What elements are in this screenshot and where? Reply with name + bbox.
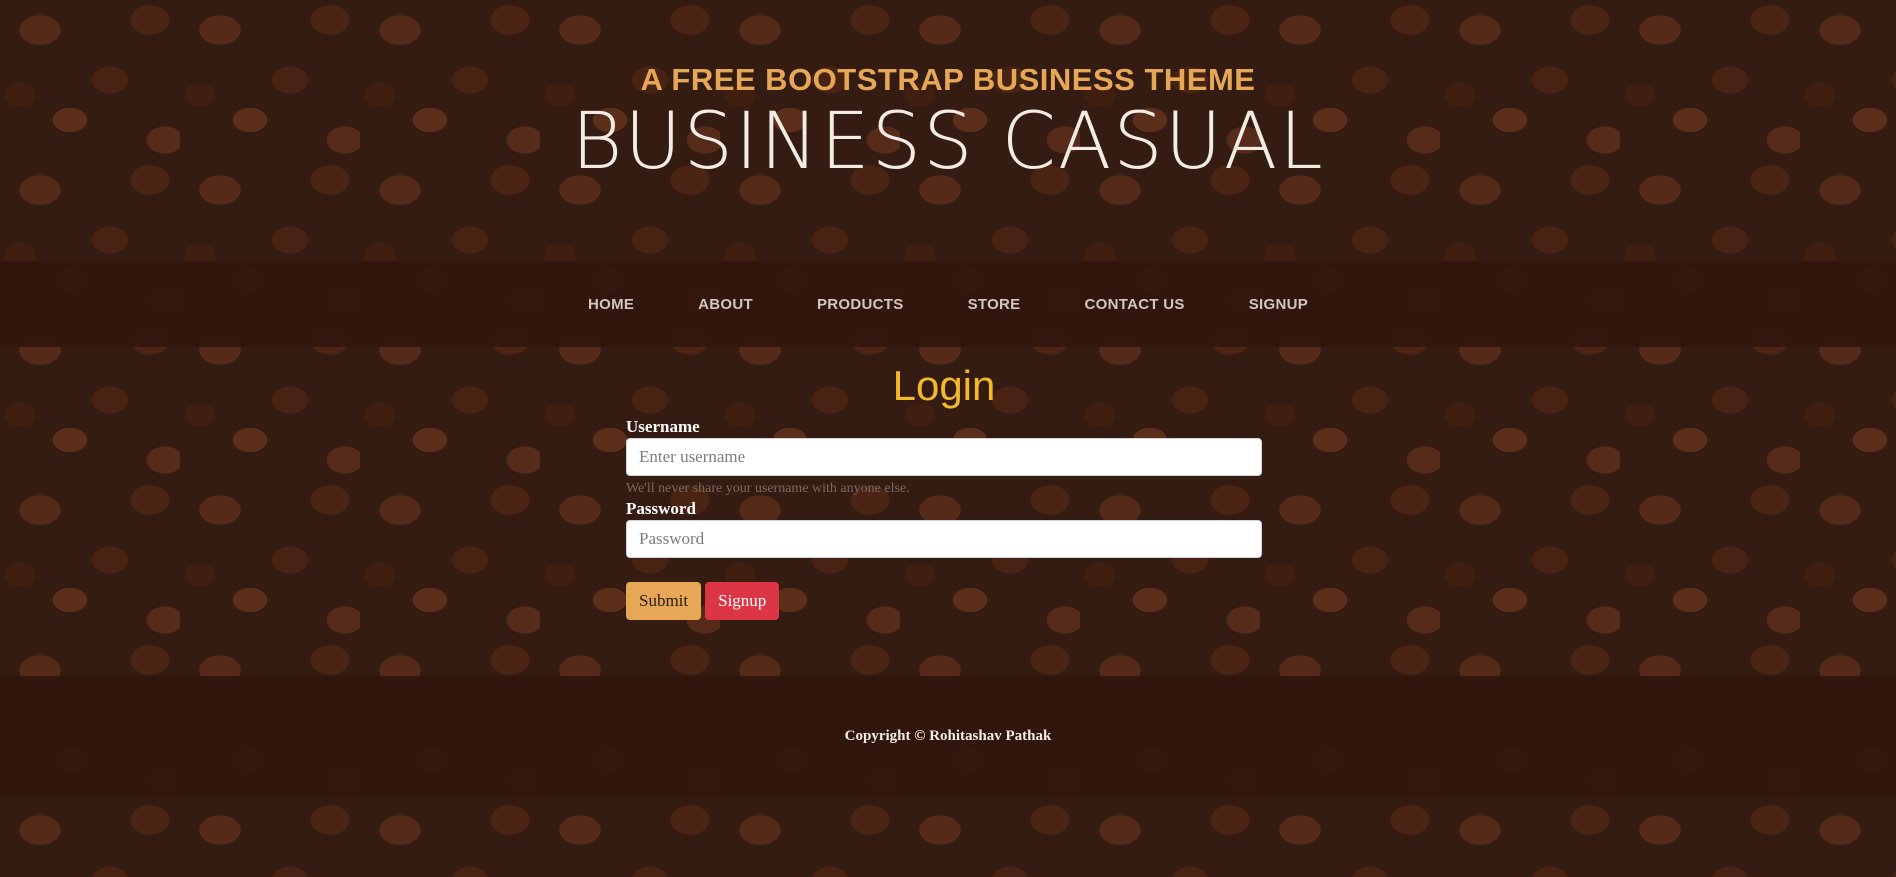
- password-label: Password: [626, 499, 696, 518]
- nav-item-signup[interactable]: SIGNUP: [1249, 296, 1308, 313]
- nav-item-about[interactable]: ABOUT: [698, 296, 753, 313]
- main-navbar: HOME ABOUT PRODUCTS STORE CONTACT US SIG…: [0, 261, 1896, 347]
- password-input[interactable]: [626, 520, 1262, 558]
- site-title: Business Casual: [571, 97, 1325, 187]
- signup-button[interactable]: Signup: [705, 582, 780, 620]
- login-form: Login Username We'll never share your us…: [626, 356, 1262, 620]
- nav-item-home[interactable]: HOME: [588, 296, 634, 313]
- nav-item-contact-us[interactable]: CONTACT US: [1084, 296, 1184, 313]
- nav-item-products[interactable]: PRODUCTS: [817, 296, 904, 313]
- submit-button[interactable]: Submit: [626, 582, 702, 620]
- login-title: Login: [892, 362, 996, 409]
- site-heading: A Free Bootstrap Business Theme Business…: [0, 60, 1896, 182]
- footer: Copyright © Rohitashav Pathak: [0, 676, 1896, 796]
- form-actions: Submit Signup: [626, 582, 1262, 620]
- copyright-text: Copyright © Rohitashav Pathak: [844, 727, 1052, 744]
- nav-item-store[interactable]: STORE: [968, 296, 1021, 313]
- username-label: Username: [626, 417, 700, 436]
- username-input[interactable]: [626, 438, 1262, 476]
- username-help-text: We'll never share your username with any…: [626, 481, 910, 496]
- site-tagline: A Free Bootstrap Business Theme: [640, 62, 1256, 97]
